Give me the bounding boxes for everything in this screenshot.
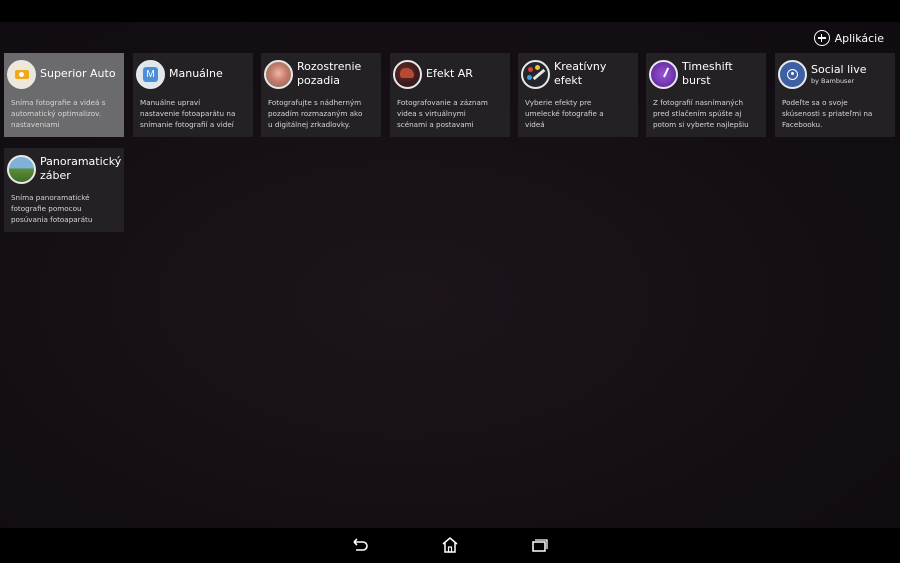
mode-tile-timeshift-burst[interactable]: Timeshift burst Z fotografií nasnímaných… <box>646 53 766 137</box>
tile-description: Manuálne upraví nastavenie fotoaparátu na… <box>140 98 236 129</box>
tile-description: Sníma panoramatické fotografie pomocou pos… <box>11 193 93 224</box>
apps-button[interactable]: Aplikácie <box>813 28 884 48</box>
back-button[interactable] <box>350 536 370 554</box>
mode-tile-creative-effect[interactable]: Kreatívny efekt Vyberie efekty pre umelec… <box>518 53 638 137</box>
tile-description: Fotografovanie a záznam videa s virtuálny… <box>397 98 488 129</box>
mode-tile-background-defocus[interactable]: Rozostrenie pozadia Fotografujte s nádher… <box>261 53 381 137</box>
plus-circle-icon <box>813 30 830 46</box>
tile-subtitle: by Bambuser <box>811 77 855 85</box>
home-button[interactable] <box>440 536 460 554</box>
ar-effect-icon <box>393 59 422 89</box>
tile-title: Rozostrenie pozadia <box>297 60 362 87</box>
apps-label: Aplikácie <box>834 31 884 45</box>
home-icon <box>442 537 458 553</box>
tile-description: Fotografujte s nádherným pozadím rozmazan… <box>268 98 363 129</box>
tile-description: Podeľte sa o svoje skúsenosti s priateľmi… <box>782 98 873 129</box>
mode-tile-ar-effect[interactable]: Efekt AR Fotografovanie a záznam videa s … <box>390 53 510 137</box>
superior-auto-camera-icon <box>7 59 36 89</box>
manual-m-icon: M <box>136 59 165 89</box>
mode-tile-superior-auto[interactable]: Superior Auto Sníma fotografie a videá s… <box>4 53 124 137</box>
mode-tile-manual[interactable]: M Manuálne Manuálne upraví nastavenie fot… <box>133 53 253 137</box>
mode-tile-social-live[interactable]: Social live by Bambuser Podeľte sa o svo… <box>775 53 895 137</box>
tile-title: Superior Auto <box>40 67 116 80</box>
creative-effect-icon <box>521 59 550 89</box>
timeshift-burst-icon <box>649 59 678 89</box>
mode-tile-panorama[interactable]: Panoramatický záber Sníma panoramatické fo… <box>4 148 124 232</box>
tile-title: Social live by Bambuser <box>811 63 867 85</box>
camera-mode-picker: Aplikácie Superior Auto Sníma fotografie… <box>0 22 900 528</box>
recent-apps-icon <box>532 539 548 552</box>
tile-title: Efekt AR <box>426 67 473 80</box>
navigation-bar <box>0 528 900 563</box>
recent-apps-button[interactable] <box>530 536 550 554</box>
panorama-icon <box>7 154 36 184</box>
background-defocus-icon <box>264 59 293 89</box>
social-live-icon <box>778 59 807 89</box>
tile-description: Vyberie efekty pre umelecké fotografie av… <box>525 98 604 129</box>
tile-description: Z fotografií nasnímaných pred stlačením s… <box>653 98 749 129</box>
tile-title: Manuálne <box>169 67 223 80</box>
back-icon <box>353 538 368 551</box>
tile-title: Timeshift burst <box>682 60 733 87</box>
tile-description: Sníma fotografie a videá s automatický op… <box>11 98 106 129</box>
tile-title: Kreatívny efekt <box>554 60 607 87</box>
status-bar <box>0 0 900 22</box>
tile-title: Panoramatický záber <box>40 155 122 182</box>
